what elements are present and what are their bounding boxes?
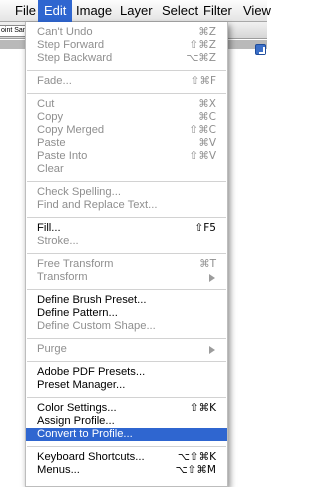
menu-item-label: Check Spelling...	[37, 186, 121, 198]
menu-item-label: Copy	[37, 111, 64, 123]
menu-item-label: Define Custom Shape...	[37, 320, 156, 332]
menu-file[interactable]: File	[9, 0, 42, 22]
menu-item-purge[interactable]: Purge	[26, 343, 227, 356]
menu-item-label: Transform	[37, 271, 88, 283]
menu-item-fade[interactable]: Fade... ⇧⌘F	[26, 75, 227, 88]
menu-item-label: Copy Merged	[37, 124, 105, 136]
menu-separator	[26, 356, 227, 366]
menu-item-label: Define Pattern...	[37, 307, 118, 319]
menu-item-shortcut: ⌘Z	[198, 26, 216, 38]
menu-item-label: Clear	[37, 163, 64, 175]
menu-item-shortcut: ⌘X	[198, 98, 216, 110]
menu-item-label: Cut	[37, 98, 55, 110]
menu-bar: File Edit Image Layer Select Filter View	[0, 0, 271, 22]
menu-item-copy-merged[interactable]: Copy Merged ⇧⌘C	[26, 124, 227, 137]
menu-item-check-spelling[interactable]: Check Spelling...	[26, 186, 227, 199]
menu-item-label: Convert to Profile...	[37, 428, 133, 440]
menu-item-cut[interactable]: Cut ⌘X	[26, 98, 227, 111]
menu-item-label: Can't Undo	[37, 26, 93, 38]
menu-item-keyboard-shortcuts[interactable]: Keyboard Shortcuts... ⌥⇧⌘K	[26, 451, 227, 464]
menu-item-preset-manager[interactable]: Preset Manager...	[26, 379, 227, 392]
menu-item-convert-to-profile[interactable]: Convert to Profile...	[26, 428, 227, 441]
menu-separator	[26, 284, 227, 294]
menu-item-shortcut: ⌥⇧⌘K	[177, 451, 216, 463]
menu-item-color-settings[interactable]: Color Settings... ⇧⌘K	[26, 402, 227, 415]
menu-item-shortcut: ⇧⌘C	[189, 124, 216, 136]
menu-item-label: Adobe PDF Presets...	[37, 366, 146, 378]
menu-item-adobe-pdf-presets[interactable]: Adobe PDF Presets...	[26, 366, 227, 379]
menu-filter[interactable]: Filter	[197, 0, 238, 22]
menu-item-find-and-replace-text[interactable]: Find and Replace Text...	[26, 199, 227, 212]
menu-item-label: Color Settings...	[37, 402, 117, 414]
submenu-arrow-icon	[209, 346, 215, 354]
menu-item-stroke[interactable]: Stroke...	[26, 235, 227, 248]
menu-item-fill[interactable]: Fill... ⇧F5	[26, 222, 227, 235]
menu-separator	[26, 212, 227, 222]
menu-item-label: Paste	[37, 137, 66, 149]
menu-item-shortcut: ⌥⇧⌘M	[175, 464, 216, 476]
menu-item-label: Assign Profile...	[37, 415, 115, 427]
menu-item-label: Paste Into	[37, 150, 88, 162]
menu-item-free-transform[interactable]: Free Transform ⌘T	[26, 258, 227, 271]
menu-item-copy[interactable]: Copy ⌘C	[26, 111, 227, 124]
menu-item-shortcut: ⌥⌘Z	[186, 52, 216, 64]
menu-item-step-forward[interactable]: Step Forward ⇧⌘Z	[26, 39, 227, 52]
menu-edit[interactable]: Edit	[38, 0, 73, 22]
menu-separator	[26, 248, 227, 258]
menu-layer[interactable]: Layer	[114, 0, 159, 22]
menu-item-label: Menus...	[37, 464, 80, 476]
menu-separator	[26, 65, 227, 75]
menu-item-clear[interactable]: Clear	[26, 163, 227, 176]
menu-item-label: Fill...	[37, 222, 61, 234]
submenu-arrow-icon	[209, 274, 215, 282]
menu-item-label: Free Transform	[37, 258, 114, 270]
menu-separator	[26, 88, 227, 98]
menu-separator	[26, 392, 227, 402]
menu-item-label: Find and Replace Text...	[37, 199, 158, 211]
menu-item-define-pattern[interactable]: Define Pattern...	[26, 307, 227, 320]
menu-separator	[26, 441, 227, 451]
menu-item-can-t-undo[interactable]: Can't Undo ⌘Z	[26, 26, 227, 39]
menu-view[interactable]: View	[237, 0, 277, 22]
menu-separator	[26, 333, 227, 343]
menu-item-label: Step Forward	[37, 39, 105, 51]
menu-item-label: Keyboard Shortcuts...	[37, 451, 145, 463]
menu-item-shortcut: ⇧⌘Z	[189, 39, 217, 51]
menu-item-paste[interactable]: Paste ⌘V	[26, 137, 227, 150]
menu-image[interactable]: Image	[70, 0, 118, 22]
menu-item-label: Purge	[37, 343, 67, 355]
palette-toggle-icon[interactable]	[255, 44, 266, 55]
menu-item-label: Define Brush Preset...	[37, 294, 147, 306]
menu-item-define-custom-shape[interactable]: Define Custom Shape...	[26, 320, 227, 333]
menu-item-menus[interactable]: Menus... ⌥⇧⌘M	[26, 464, 227, 477]
edit-menu-dropdown: Can't Undo ⌘Z Step Forward ⇧⌘Z Step Backward…	[25, 22, 228, 487]
menu-item-shortcut: ⌘T	[199, 258, 216, 270]
menu-item-shortcut: ⇧⌘K	[189, 402, 216, 414]
menu-item-label: Fade...	[37, 75, 72, 87]
menu-item-label: Stroke...	[37, 235, 79, 247]
menu-item-shortcut: ⇧⌘F	[190, 75, 216, 87]
menu-item-paste-into[interactable]: Paste Into ⇧⌘V	[26, 150, 227, 163]
menu-item-shortcut: ⌘V	[198, 137, 216, 149]
menu-item-assign-profile[interactable]: Assign Profile...	[26, 415, 227, 428]
menu-item-shortcut: ⌘C	[198, 111, 216, 123]
menu-item-define-brush-preset[interactable]: Define Brush Preset...	[26, 294, 227, 307]
menu-item-shortcut: ⇧⌘V	[189, 150, 216, 162]
menu-item-transform[interactable]: Transform	[26, 271, 227, 284]
menu-item-step-backward[interactable]: Step Backward ⌥⌘Z	[26, 52, 227, 65]
menu-item-shortcut: ⇧F5	[194, 222, 216, 234]
menu-item-label: Step Backward	[37, 52, 113, 64]
menu-item-label: Preset Manager...	[37, 379, 126, 391]
menu-separator	[26, 176, 227, 186]
